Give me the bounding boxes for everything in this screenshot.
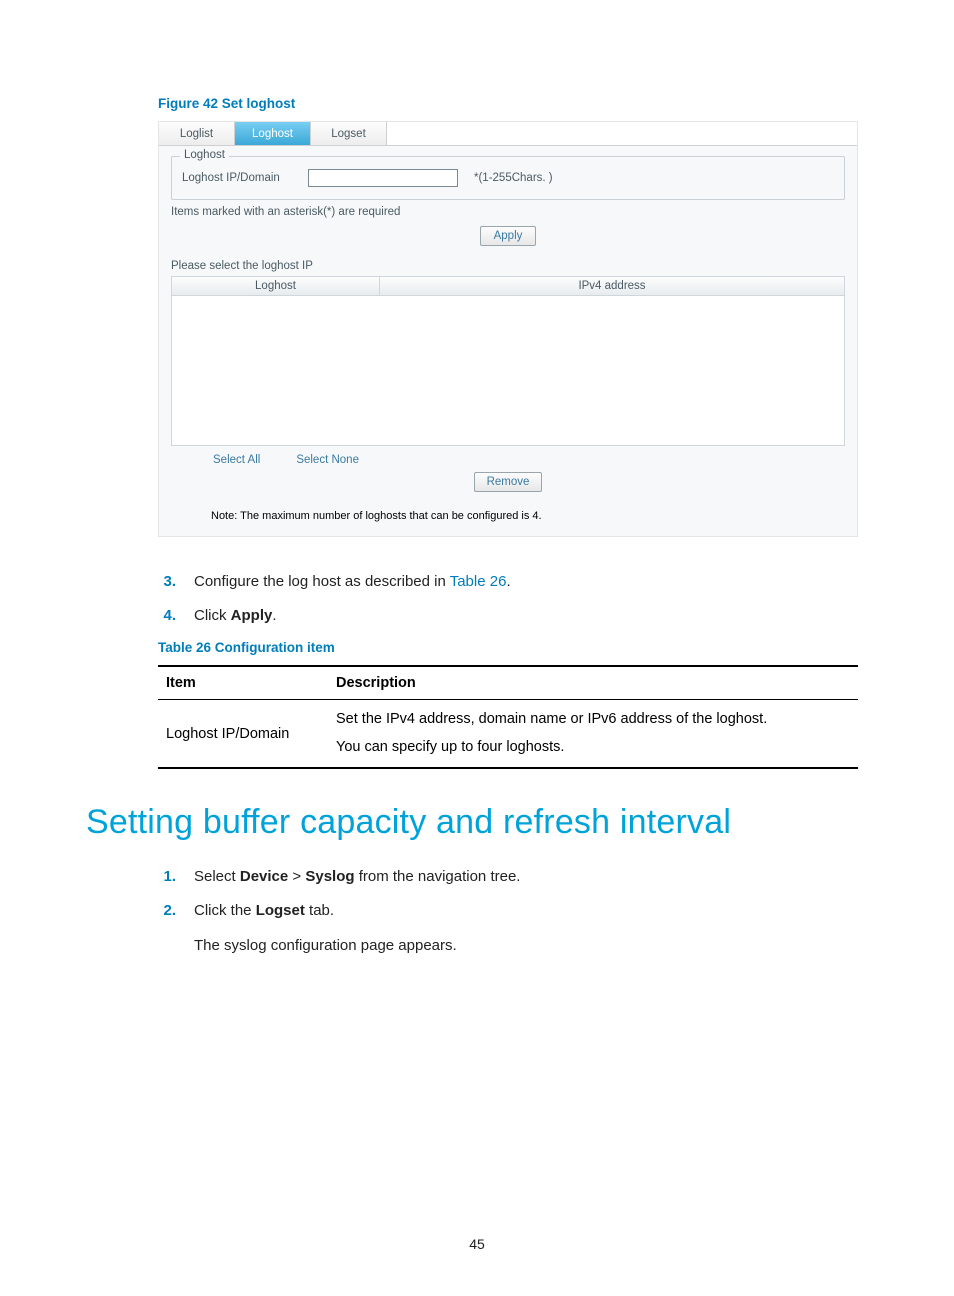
tab-loglist[interactable]: Loglist bbox=[159, 122, 235, 145]
instruction-bold: Syslog bbox=[305, 868, 354, 885]
table-cell-description: You can specify up to four loghosts. bbox=[336, 739, 564, 755]
instruction-text: from the navigation tree. bbox=[355, 868, 521, 885]
select-loghost-caption: Please select the loghost IP bbox=[171, 260, 845, 272]
table-26-caption: Table 26 Configuration item bbox=[158, 640, 868, 655]
tab-logset[interactable]: Logset bbox=[311, 122, 387, 145]
instruction-text: . bbox=[506, 573, 510, 590]
section-heading: Setting buffer capacity and refresh inte… bbox=[86, 803, 868, 842]
instruction-number: 4. bbox=[158, 603, 176, 629]
config-item-table: Item Description Loghost IP/Domain Set t… bbox=[158, 665, 858, 769]
loghost-grid: Loghost IPv4 address bbox=[171, 276, 845, 446]
instruction-number: 1. bbox=[158, 864, 176, 890]
instruction-text: Configure the log host as described in bbox=[194, 573, 450, 590]
figure-caption: Figure 42 Set loghost bbox=[158, 96, 868, 111]
grid-header-ipv4: IPv4 address bbox=[380, 277, 844, 295]
instruction-text: Click the bbox=[194, 902, 256, 919]
instruction-text: . bbox=[272, 607, 276, 624]
max-loghosts-note: Note: The maximum number of loghosts tha… bbox=[171, 506, 845, 530]
instruction-text: Select bbox=[194, 868, 240, 885]
grid-body-empty bbox=[172, 296, 844, 446]
instruction-text: Click bbox=[194, 607, 231, 624]
select-none-link[interactable]: Select None bbox=[296, 454, 359, 466]
instruction-bold: Device bbox=[240, 868, 288, 885]
select-all-link[interactable]: Select All bbox=[213, 454, 260, 466]
loghost-panel: Loglist Loghost Logset Loghost Loghost I… bbox=[158, 121, 858, 537]
instruction-item: 2. Click the Logset tab. The syslog conf… bbox=[158, 898, 868, 959]
table-header-item: Item bbox=[158, 666, 328, 700]
instruction-bold: Logset bbox=[256, 902, 305, 919]
loghost-ip-domain-input[interactable] bbox=[308, 169, 458, 187]
apply-button[interactable]: Apply bbox=[480, 226, 536, 246]
page-number: 45 bbox=[0, 1236, 954, 1252]
table-cell-description: Set the IPv4 address, domain name or IPv… bbox=[336, 711, 767, 727]
required-note: Items marked with an asterisk(*) are req… bbox=[171, 206, 845, 218]
instruction-subtext: The syslog configuration page appears. bbox=[194, 933, 868, 959]
loghost-fieldset: Loghost Loghost IP/Domain *(1-255Chars. … bbox=[171, 156, 845, 200]
instruction-item: 3. Configure the log host as described i… bbox=[158, 569, 868, 595]
tab-loghost[interactable]: Loghost bbox=[235, 122, 311, 145]
tabs-row: Loglist Loghost Logset bbox=[159, 122, 857, 146]
instruction-bold: Apply bbox=[231, 607, 273, 624]
table-cell-item: Loghost IP/Domain bbox=[158, 700, 328, 769]
instruction-number: 3. bbox=[158, 569, 176, 595]
input-hint: *(1-255Chars. ) bbox=[474, 172, 553, 184]
grid-header-loghost: Loghost bbox=[172, 277, 380, 295]
instruction-number: 2. bbox=[158, 898, 176, 959]
instruction-text: tab. bbox=[305, 902, 334, 919]
table-26-link[interactable]: Table 26 bbox=[450, 573, 507, 590]
table-header-description: Description bbox=[328, 666, 858, 700]
instruction-item: 1. Select Device > Syslog from the navig… bbox=[158, 864, 868, 890]
loghost-ip-domain-label: Loghost IP/Domain bbox=[182, 172, 292, 184]
fieldset-legend: Loghost bbox=[180, 149, 229, 161]
instruction-item: 4. Click Apply. bbox=[158, 603, 868, 629]
remove-button[interactable]: Remove bbox=[474, 472, 543, 492]
instruction-text: > bbox=[288, 868, 305, 885]
